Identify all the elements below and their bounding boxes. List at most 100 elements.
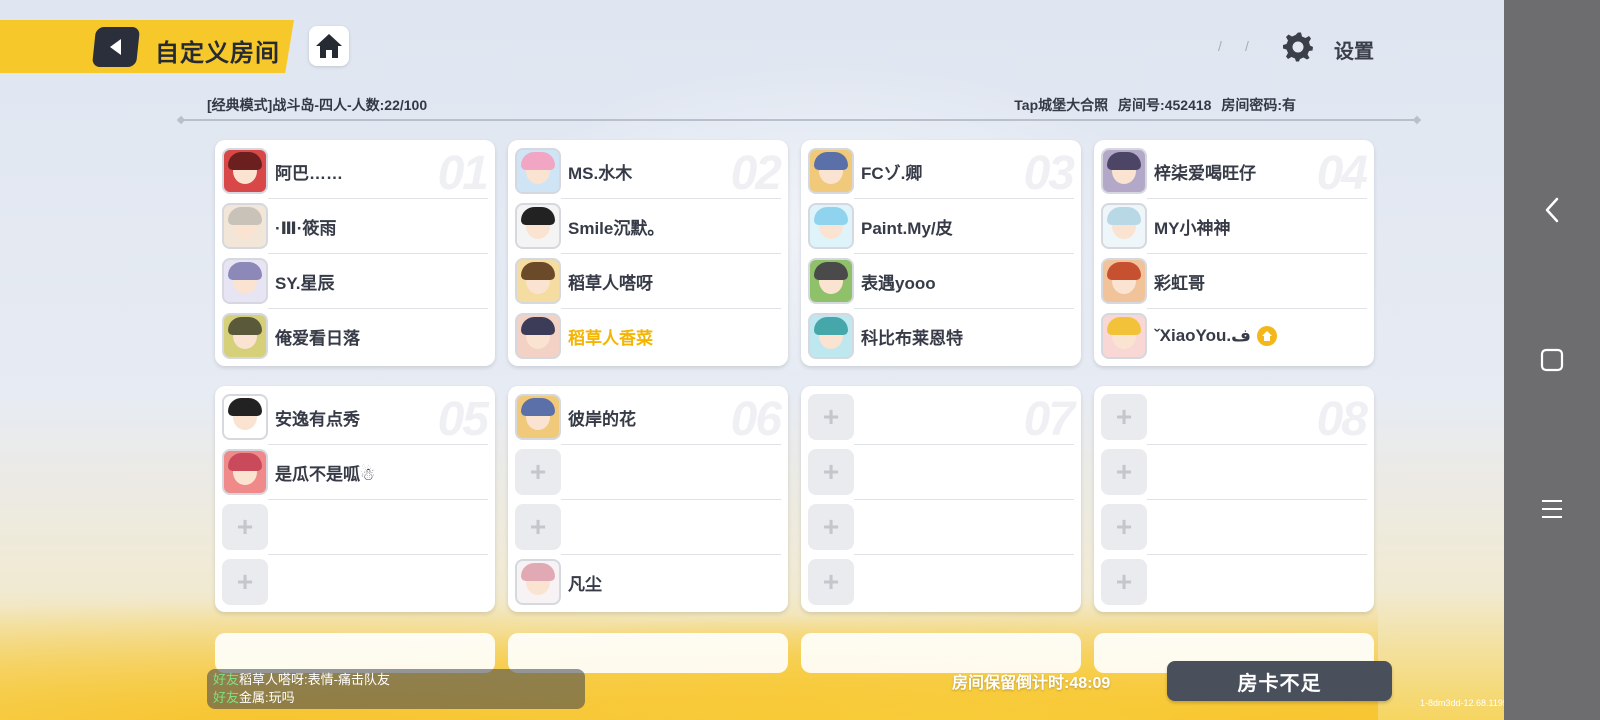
avatar-hair bbox=[228, 262, 262, 280]
player-slot[interactable]: MY小神神 bbox=[1101, 200, 1367, 252]
player-name: 表遇yooo bbox=[861, 273, 936, 293]
avatar[interactable] bbox=[222, 258, 268, 304]
avatar[interactable] bbox=[1101, 313, 1147, 359]
player-slot[interactable]: 梓柒爱喝旺仔 bbox=[1101, 145, 1367, 197]
plus-icon[interactable]: + bbox=[222, 504, 268, 550]
plus-icon[interactable]: + bbox=[808, 504, 854, 550]
gear-icon[interactable] bbox=[1282, 31, 1314, 63]
empty-slot[interactable]: + bbox=[808, 446, 1074, 498]
avatar[interactable] bbox=[808, 258, 854, 304]
team-card: 05 安逸有点秀 是瓜不是呱☃ + + bbox=[215, 386, 495, 612]
nav-menu-button[interactable] bbox=[1538, 495, 1566, 523]
chat-message: 好友稻草人嗒呀:表情-痛击队友 bbox=[213, 671, 579, 689]
plus-icon[interactable]: + bbox=[1101, 394, 1147, 440]
plus-icon[interactable]: + bbox=[808, 394, 854, 440]
empty-slot[interactable]: + bbox=[222, 556, 488, 608]
chat-tag: 好友 bbox=[213, 690, 240, 705]
plus-icon[interactable]: + bbox=[222, 559, 268, 605]
avatar[interactable] bbox=[1101, 203, 1147, 249]
player-slot[interactable]: Smile沉默。 bbox=[515, 200, 781, 252]
player-slot[interactable]: 彩虹哥 bbox=[1101, 255, 1367, 307]
home-button[interactable] bbox=[309, 26, 349, 66]
player-slot[interactable]: FCゾ.卿 bbox=[808, 145, 1074, 197]
player-name: FCゾ.卿 bbox=[861, 163, 923, 183]
avatar-hair bbox=[1107, 152, 1141, 170]
player-slot[interactable]: ·Ⅲ·筱雨 bbox=[222, 200, 488, 252]
avatar-hair bbox=[228, 398, 262, 416]
avatar[interactable] bbox=[222, 313, 268, 359]
avatar-hair bbox=[1107, 317, 1141, 335]
plus-icon[interactable]: + bbox=[1101, 559, 1147, 605]
avatar[interactable] bbox=[808, 313, 854, 359]
team-card: 03 FCゾ.卿 Paint.My/皮 表遇yooo 科比布莱恩特 bbox=[801, 140, 1081, 366]
avatar[interactable] bbox=[222, 148, 268, 194]
empty-slot[interactable]: + bbox=[1101, 391, 1367, 443]
empty-slot[interactable]: + bbox=[515, 501, 781, 553]
player-slot[interactable]: 稻草人香菜 bbox=[515, 310, 781, 362]
slot-divider bbox=[268, 253, 488, 254]
avatar[interactable] bbox=[515, 203, 561, 249]
divider bbox=[181, 119, 1417, 121]
avatar[interactable] bbox=[808, 148, 854, 194]
empty-slot[interactable]: + bbox=[808, 501, 1074, 553]
slot-divider bbox=[1147, 198, 1367, 199]
player-slot[interactable]: SY.星辰 bbox=[222, 255, 488, 307]
avatar[interactable] bbox=[222, 449, 268, 495]
avatar[interactable] bbox=[515, 559, 561, 605]
avatar-hair bbox=[521, 398, 555, 416]
avatar[interactable] bbox=[515, 394, 561, 440]
empty-slot[interactable]: + bbox=[1101, 446, 1367, 498]
avatar[interactable] bbox=[222, 203, 268, 249]
avatar[interactable] bbox=[515, 148, 561, 194]
plus-icon[interactable]: + bbox=[515, 449, 561, 495]
slot-divider bbox=[561, 198, 781, 199]
player-slot[interactable]: 凡尘 bbox=[515, 556, 781, 608]
player-slot[interactable]: 稻草人嗒呀 bbox=[515, 255, 781, 307]
host-icon bbox=[1256, 326, 1277, 346]
empty-slot[interactable]: + bbox=[808, 556, 1074, 608]
plus-icon[interactable]: + bbox=[1101, 504, 1147, 550]
room-name: Tap城堡大合照 bbox=[1014, 97, 1109, 113]
plus-icon[interactable]: + bbox=[808, 559, 854, 605]
nav-home-button[interactable] bbox=[1538, 346, 1566, 374]
player-name: Paint.My/皮 bbox=[861, 218, 953, 238]
player-slot[interactable]: 科比布莱恩特 bbox=[808, 310, 1074, 362]
slot-divider bbox=[1147, 444, 1367, 445]
player-name: 是瓜不是呱☃ bbox=[275, 464, 376, 484]
empty-slot[interactable]: + bbox=[808, 391, 1074, 443]
slot-divider bbox=[854, 253, 1074, 254]
slot-divider bbox=[854, 499, 1074, 500]
avatar[interactable] bbox=[1101, 258, 1147, 304]
plus-icon[interactable]: + bbox=[808, 449, 854, 495]
avatar[interactable] bbox=[808, 203, 854, 249]
player-slot[interactable]: Paint.My/皮 bbox=[808, 200, 1074, 252]
room-card-button[interactable]: 房卡不足 bbox=[1167, 661, 1392, 701]
player-slot[interactable]: MS.水木 bbox=[515, 145, 781, 197]
player-slot[interactable]: ˇXiaoYou.ف bbox=[1101, 310, 1367, 362]
plus-icon[interactable]: + bbox=[515, 504, 561, 550]
avatar-hair bbox=[1107, 207, 1141, 225]
player-slot[interactable]: 彼岸的花 bbox=[515, 391, 781, 443]
avatar[interactable] bbox=[515, 313, 561, 359]
player-slot[interactable]: 是瓜不是呱☃ bbox=[222, 446, 488, 498]
room-id: 房间号:452418 bbox=[1118, 97, 1212, 113]
empty-slot[interactable]: + bbox=[515, 446, 781, 498]
player-slot[interactable]: 俺爱看日落 bbox=[222, 310, 488, 362]
empty-slot[interactable]: + bbox=[222, 501, 488, 553]
room-password: 房间密码:有 bbox=[1221, 97, 1296, 113]
nav-back-button[interactable] bbox=[1538, 196, 1566, 224]
player-slot[interactable]: 阿巴…… bbox=[222, 145, 488, 197]
player-slot[interactable]: 表遇yooo bbox=[808, 255, 1074, 307]
player-name: 彼岸的花 bbox=[568, 409, 636, 429]
avatar[interactable] bbox=[222, 394, 268, 440]
slot-divider bbox=[1147, 253, 1367, 254]
settings-button[interactable]: 设置 bbox=[1334, 35, 1374, 64]
empty-slot[interactable]: + bbox=[1101, 556, 1367, 608]
back-button[interactable] bbox=[91, 27, 141, 67]
empty-slot[interactable]: + bbox=[1101, 501, 1367, 553]
plus-icon[interactable]: + bbox=[1101, 449, 1147, 495]
avatar[interactable] bbox=[1101, 148, 1147, 194]
player-slot[interactable]: 安逸有点秀 bbox=[222, 391, 488, 443]
avatar[interactable] bbox=[515, 258, 561, 304]
chat-box[interactable]: 好友稻草人嗒呀:表情-痛击队友 好友金属:玩吗 bbox=[207, 669, 585, 709]
